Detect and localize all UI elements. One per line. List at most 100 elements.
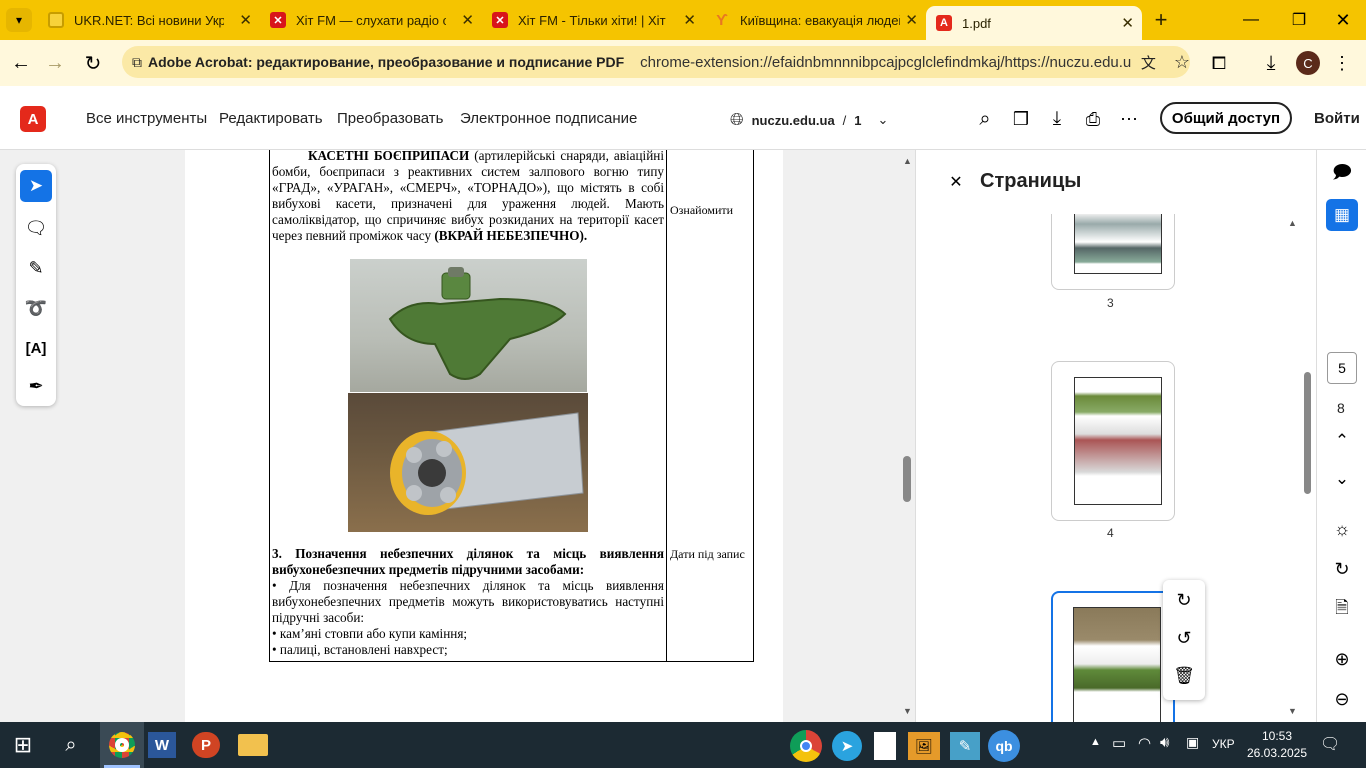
page-thumb-5-selected[interactable] [1051,591,1175,724]
pinned-telegram[interactable]: ➤ [832,731,862,761]
action-center-icon[interactable]: 🗨︎ [1320,734,1340,754]
highlight-tool[interactable]: ✎ [20,252,52,284]
pinned-qbittorrent[interactable]: qb [988,730,1020,762]
scroll-up-icon[interactable]: ▲ [903,156,912,166]
pages-scrollbar-thumb[interactable] [1304,372,1311,494]
start-button[interactable]: ⊞ [10,732,36,758]
grid-icon: ▦ [1333,205,1351,224]
profile-avatar[interactable]: C [1296,51,1320,75]
clock[interactable]: 10:53 26.03.2025 [1244,728,1310,762]
thumbnails-button[interactable]: ▦ [1326,199,1358,231]
share-button[interactable]: Общий доступ [1160,102,1292,134]
delete-page-button[interactable]: 🗑︎ [1172,664,1196,688]
pinned-paint[interactable]: ✎ [950,732,980,760]
menu-all-tools[interactable]: Все инструменты [86,110,207,127]
tab-hitfm-2[interactable]: ✕ Хіт FM - Тільки хіти! | Хіт FM ✕ [482,0,704,40]
forward-button[interactable]: → [42,50,68,76]
tab-ukrnet[interactable]: UKR.NET: Всі новини Украї ✕ [38,0,260,40]
pen-icon: ✎ [28,257,44,278]
text-tool[interactable]: [A] [20,332,52,364]
submunition-photo [350,259,587,392]
menu-esign[interactable]: Электронное подписание [460,110,637,127]
extensions-button[interactable]: ⧠ [1206,50,1232,76]
sign-tool[interactable]: ✒ [20,370,52,402]
taskbar-chrome[interactable] [100,722,144,768]
comment-tool[interactable]: 🗨︎ [20,212,52,244]
print-button[interactable]: ⎙ [1080,106,1106,132]
lasso-icon: ➰ [24,297,48,318]
next-page-button[interactable]: ⌄ [1329,468,1355,490]
taskbar-word[interactable]: W [148,732,176,758]
pinned-notepad[interactable] [874,732,896,760]
page-export-button[interactable]: 🗎︎ [1329,596,1355,622]
address-bar[interactable]: ⧉ Adobe Acrobat: редактирование, преобра… [122,46,1190,78]
right-rail: 🗩︎ ▦ 5 8 ⌃ ⌄ ☼ ↻ 🗎︎ ⊕ ⊖ [1316,150,1366,722]
draw-tool[interactable]: ➰ [20,292,52,324]
menu-button[interactable]: ⋮ [1332,50,1352,76]
pinned-chrome[interactable] [790,730,822,762]
tab-kyivshchyna[interactable]: ϒ Київщина: евакуація людей ✕ [704,0,926,40]
close-panel-button[interactable]: ✕ [946,172,966,192]
wifi-icon[interactable]: ◠ [1138,734,1151,752]
taskbar-search[interactable]: ⌕ [58,732,84,758]
taskbar-powerpoint[interactable]: P [192,732,220,758]
current-page-input[interactable]: 5 [1327,352,1357,384]
scroll-down-icon[interactable]: ▼ [1288,706,1297,716]
close-icon: ✕ [1335,9,1351,30]
page-thumb-3[interactable] [1051,214,1175,290]
select-tool[interactable]: ➤ [20,170,52,202]
rotate-clockwise-button[interactable]: ↻ [1172,588,1196,612]
search-button[interactable]: ⌕ [972,106,998,132]
menu-edit[interactable]: Редактировать [219,110,323,127]
back-button[interactable]: ← [8,50,34,76]
battery-icon[interactable]: ▭ [1112,734,1126,752]
menu-convert[interactable]: Преобразовать [337,110,443,127]
close-icon[interactable]: ✕ [1121,14,1134,32]
volume-icon[interactable]: 🔊︎ [1160,734,1169,751]
pinned-photos[interactable]: 🖼︎ [908,732,940,760]
maximize-button[interactable]: ❐ [1284,8,1314,32]
submunition-drawing [388,267,567,380]
notification-badge-icon[interactable]: ▣ [1186,734,1199,751]
rotate-view-button[interactable]: ↻ [1329,556,1355,582]
close-icon[interactable]: ✕ [683,11,696,29]
downloads-button[interactable]: ⤓ [1258,50,1284,76]
qbittorrent-icon: qb [995,738,1013,754]
download-pdf-button[interactable]: ⤓ [1044,106,1070,132]
rotate-counterclockwise-button[interactable]: ↺ [1172,626,1196,650]
close-icon[interactable]: ✕ [239,11,252,29]
language-indicator[interactable]: УКР [1212,737,1235,751]
page-view-button[interactable]: ❒ [1008,106,1034,132]
minimize-button[interactable]: — [1236,8,1266,32]
doc-separator: / [842,112,847,128]
tab-pdf-active[interactable]: A 1.pdf ✕ [926,6,1142,40]
page-thumb-4[interactable] [1051,361,1175,521]
bookmark-star-icon[interactable]: ☆ [1174,52,1190,73]
close-icon[interactable]: ✕ [905,11,918,29]
arrow-right-icon: → [45,51,65,74]
download-icon: ⤓ [1052,108,1062,129]
more-button[interactable]: ⋯ [1116,106,1142,132]
zoom-out-button[interactable]: ⊖ [1329,686,1355,712]
close-window-button[interactable]: ✕ [1328,8,1358,32]
ai-assistant-button[interactable]: 🗩︎ [1329,162,1355,188]
reload-button[interactable]: ↻ [80,50,106,76]
signin-link[interactable]: Войти [1314,110,1360,127]
tray-overflow-icon[interactable]: ▲ [1090,736,1101,748]
comment-icon: 🗨︎ [24,217,48,238]
acrobat-logo-icon[interactable]: A [20,106,46,132]
translate-icon[interactable]: 文 [1141,52,1156,73]
document-scrollbar-thumb[interactable] [903,456,911,502]
scroll-up-icon[interactable]: ▲ [1288,218,1297,228]
previous-page-button[interactable]: ⌃ [1329,430,1355,452]
tab-hitfm-1[interactable]: ✕ Хіт FM — слухати радіо онл ✕ [260,0,482,40]
url-text[interactable]: chrome-extension://efaidnbmnnnibpcajpcgl… [640,54,1131,71]
zoom-in-button[interactable]: ⊕ [1329,646,1355,672]
tab-search-button[interactable]: ▾ [6,8,32,32]
new-tab-button[interactable]: + [1148,7,1174,32]
scroll-down-icon[interactable]: ▼ [903,706,912,716]
theme-button[interactable]: ☼ [1329,516,1355,542]
doc-location[interactable]: 🌐︎ nuczu.edu.ua / 1 ⌄ [730,110,888,130]
close-icon[interactable]: ✕ [461,11,474,29]
taskbar-explorer[interactable] [238,734,268,756]
